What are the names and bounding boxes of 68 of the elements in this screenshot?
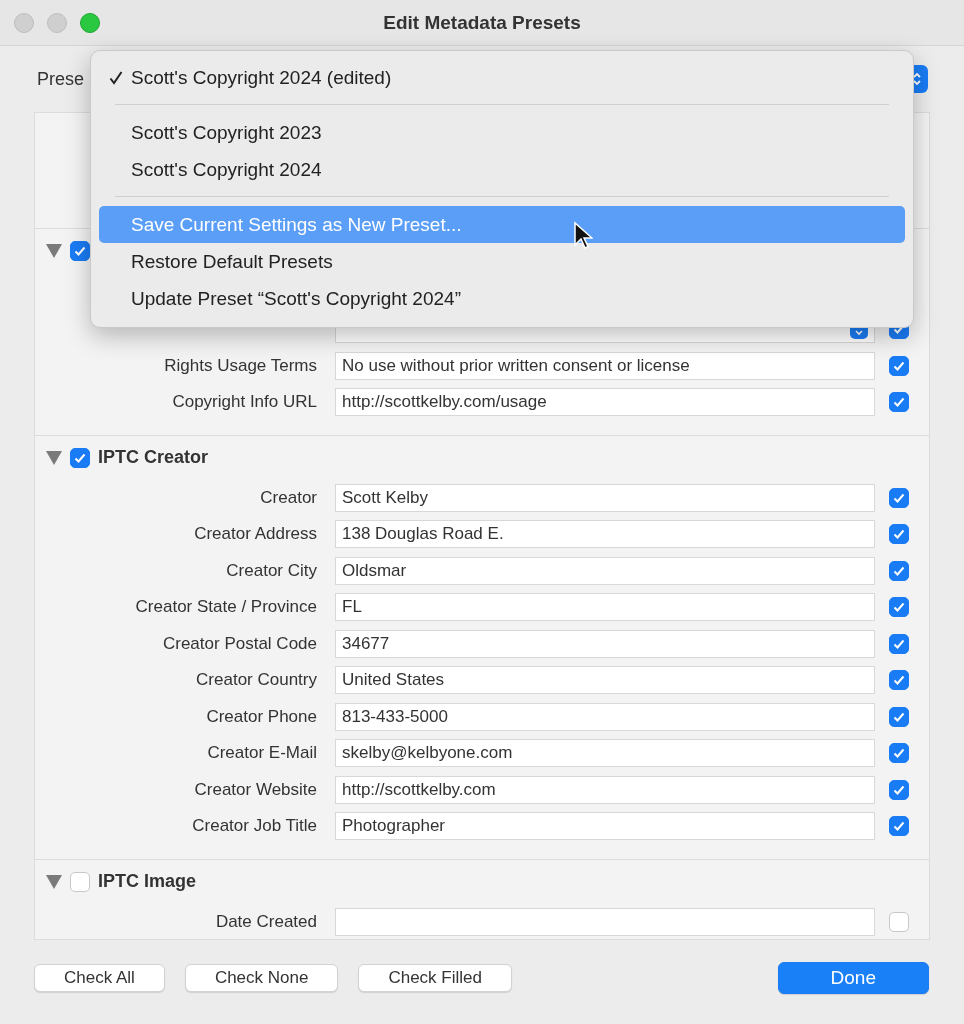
section-title: IPTC Image xyxy=(98,871,197,892)
checkbox[interactable] xyxy=(889,911,909,932)
menu-item[interactable]: Scott's Copyright 2024 (edited) xyxy=(99,59,905,96)
checkbox[interactable] xyxy=(889,743,909,764)
field-label: Creator State / Province xyxy=(135,597,317,617)
field-label: Creator Address xyxy=(194,524,317,544)
checkbox[interactable] xyxy=(889,779,909,800)
checkmark-icon xyxy=(892,600,906,615)
input-field[interactable]: skelby@kelbyone.com xyxy=(335,739,875,768)
field-label: Creator E-Mail xyxy=(207,743,317,763)
button[interactable]: Check None xyxy=(184,964,339,992)
input-field[interactable]: FL xyxy=(335,593,875,622)
checkmark-icon xyxy=(109,70,123,85)
disclosure-triangle-icon[interactable] xyxy=(46,244,62,258)
checkbox[interactable] xyxy=(889,392,909,413)
menu-item[interactable]: Restore Default Presets xyxy=(99,243,905,280)
button[interactable]: Check All xyxy=(34,964,165,992)
field-label: Copyright Info URL xyxy=(172,392,317,412)
input-field[interactable]: Photographer xyxy=(335,812,875,841)
section-title: IPTC Creator xyxy=(98,447,209,468)
field-label: Rights Usage Terms xyxy=(164,355,317,375)
checkbox[interactable] xyxy=(889,560,909,581)
zoom-button[interactable] xyxy=(80,13,100,33)
field-label: Creator Phone xyxy=(206,706,317,726)
field-label: Creator City xyxy=(226,560,317,580)
disclosure-triangle-icon[interactable] xyxy=(46,874,62,889)
checkmark-icon xyxy=(892,527,906,542)
checkbox[interactable] xyxy=(889,633,909,654)
menu-item[interactable]: Scott's Copyright 2024 xyxy=(99,151,905,188)
input-field[interactable] xyxy=(335,907,875,936)
field-label: Creator Country xyxy=(196,670,317,690)
checkmark-icon xyxy=(892,819,906,834)
checkbox[interactable] xyxy=(889,524,909,545)
input-field[interactable]: http://scottkelby.com/usage xyxy=(335,388,875,417)
menu-item[interactable]: Scott's Copyright 2023 xyxy=(99,114,905,151)
checkmark-icon xyxy=(892,395,906,410)
checkbox[interactable] xyxy=(70,447,90,468)
checkbox[interactable] xyxy=(889,816,909,837)
disclosure-triangle-icon[interactable] xyxy=(46,450,62,465)
checkbox[interactable] xyxy=(889,487,909,508)
checkbox[interactable] xyxy=(889,670,909,691)
field-label: Creator Website xyxy=(194,779,317,799)
input-field[interactable]: Scott Kelby xyxy=(335,483,875,512)
checkmark-icon xyxy=(73,244,87,258)
checkbox[interactable] xyxy=(70,871,90,892)
window-title: Edit Metadata Presets xyxy=(383,11,581,34)
checkbox[interactable] xyxy=(889,706,909,727)
checkmark-icon xyxy=(892,746,906,761)
input-field[interactable]: http://scottkelby.com xyxy=(335,775,875,804)
button[interactable]: Check Filled xyxy=(358,964,512,992)
cursor-icon xyxy=(573,221,593,251)
menu-item[interactable]: Update Preset “Scott's Copyright 2024” xyxy=(99,280,905,317)
field-label: Creator Job Title xyxy=(192,816,317,836)
checkbox[interactable] xyxy=(889,597,909,618)
field-label: Creator Postal Code xyxy=(162,633,317,653)
checkmark-icon xyxy=(892,673,906,688)
preset-label: Prese xyxy=(37,68,85,90)
input-field[interactable]: 813-433-5000 xyxy=(335,702,875,731)
done-button[interactable]: Done xyxy=(777,962,929,994)
checkbox[interactable] xyxy=(70,241,90,261)
input-field[interactable]: 138 Douglas Road E. xyxy=(335,520,875,549)
input-field[interactable]: United States xyxy=(335,666,875,695)
field-label: Date Created xyxy=(215,911,317,931)
checkbox[interactable] xyxy=(889,355,909,376)
input-field[interactable]: No use without prior written consent or license xyxy=(335,351,875,380)
input-field[interactable]: 34677 xyxy=(335,629,875,658)
field-label: Creator xyxy=(260,487,317,507)
input-field[interactable]: Oldsmar xyxy=(335,556,875,585)
